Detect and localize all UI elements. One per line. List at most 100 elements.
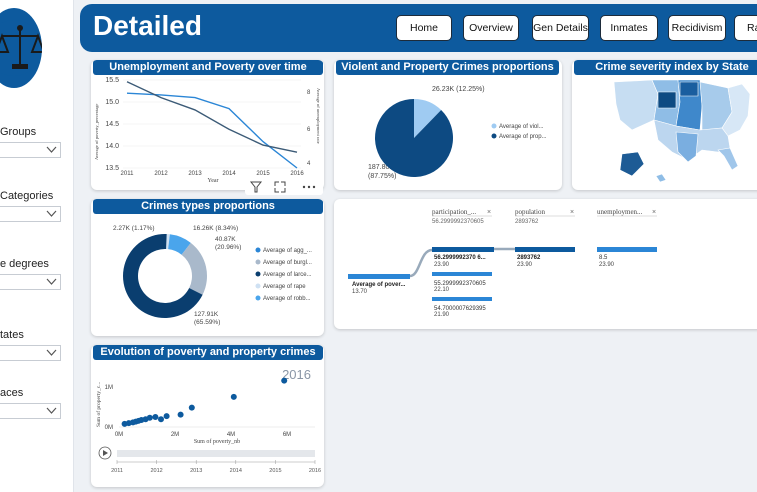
visual-toolbar [245,179,323,195]
y-tick: 1M [105,385,113,391]
map-region-florida [717,147,739,171]
evolution-scatter-chart: 2016 1M 0M 0M 2M 4M 6M Sum of poverty_nb… [95,367,321,474]
y-left-tick: 15.0 [105,99,119,106]
legend-entry: Average of robb... [263,296,311,302]
violent-property-card: Violent and Property Crimes proportions … [334,60,562,190]
legend-entry: Average of prop... [499,134,547,140]
legend-entry: Average of larce... [263,272,312,278]
tree-node-bar [432,297,492,301]
crime-severity-card: Crime severity index by State [572,60,757,190]
tree-node-value: 21.90 [434,312,450,318]
tree-node-bar [515,247,575,252]
inmates-button[interactable]: Inmates [600,15,658,41]
evolution-card: Evolution of poverty and property crimes… [91,345,324,487]
x-tick: 2014 [222,171,236,177]
scatter-point [281,377,288,384]
map-region-wyoming [657,91,677,109]
crimes-types-donut-chart: 2.27K (1.17%) 16.26K (8.34%) 40.87K (20.… [113,225,312,326]
play-year-tick: 2015 [269,468,281,474]
x-tick: 6M [283,432,291,438]
page-title: Detailed [93,10,202,41]
chevron-down-icon [46,278,57,285]
y-left-tick: 14.0 [105,143,119,150]
series-line-unemployment [126,81,298,153]
root-label: Average of pover... [352,282,406,288]
recidivism-button[interactable]: Recidivism [668,15,726,41]
filter-panel: Groups Categories e degrees tates aces [0,0,74,492]
slicer-dropdown[interactable] [0,403,61,419]
scatter-point [230,393,237,400]
home-button[interactable]: Home [396,15,452,41]
chevron-down-icon [46,146,57,153]
header-banner: Detailed Home Overview Gen Details Inmat… [80,4,757,52]
slice-label: 26.23K (12.25%) [432,86,485,93]
close-icon: × [487,209,491,216]
slice-label: (20.96%) [215,244,241,251]
gen-details-button[interactable]: Gen Details [532,15,589,41]
y-axis-label: Sum of property_c... [95,381,102,427]
tree-node-label: 2893762 [517,255,541,261]
legend-swatch [255,283,261,289]
decomposition-tree[interactable]: participation_... × 56.2999992370605 pop… [334,199,757,329]
tree-node-bar [432,247,494,252]
y-tick: 0M [105,425,113,431]
x-tick: 2M [171,432,179,438]
slicer-label: e degrees [0,258,49,270]
root-bar [348,274,410,279]
overview-button[interactable]: Overview [463,15,519,41]
legend-entry: Average of viol... [499,124,544,130]
tree-node-value: 23.90 [599,262,615,268]
play-year-tick: 2012 [150,468,162,474]
x-tick: 0M [115,432,123,438]
legend-swatch [255,259,261,265]
connector [409,248,433,278]
slicer-dropdown[interactable] [0,345,61,361]
scatter-point [177,411,184,418]
scatter-point [158,416,164,423]
y-left-tick: 14.5 [105,121,119,128]
x-tick: 2012 [154,171,168,177]
x-tick: 2011 [121,171,135,177]
y-right-axis-label: Average of unemployment rate [316,88,321,144]
scatter-point [163,413,170,420]
play-year-tick: 2011 [111,468,123,474]
map-region-dakota [679,81,699,97]
focus-mode-icon[interactable] [273,180,287,194]
more-options-icon[interactable] [301,180,317,194]
slicer-dropdown[interactable] [0,142,61,158]
close-icon: × [652,209,656,216]
slicer-label: tates [0,329,24,341]
slicer-dropdown[interactable] [0,206,61,222]
x-tick: 2013 [188,171,202,177]
legend-entry: Average of burgl... [263,260,312,266]
play-year-tick: 2013 [190,468,202,474]
tree-node-bar [597,247,657,252]
tree-node-bar [432,272,492,276]
column-header: unemploymen... [597,208,643,216]
violent-property-pie-chart: 26.23K (12.25%) 187.80K (87.75%) Average… [368,86,547,180]
chevron-down-icon [46,407,57,414]
slice-label: 127.91K [194,311,219,318]
filter-icon[interactable] [249,180,263,194]
justice-scales-logo [0,8,42,88]
slice-label: 16.26K (8.34%) [193,225,238,232]
chevron-down-icon [46,210,57,217]
series-line-poverty [126,92,298,169]
legend-entry: Average of agg_... [263,248,312,254]
races-button[interactable]: Ra [734,15,757,41]
map-region-hawaii [655,173,667,183]
column-header: population [515,208,545,216]
slicer-label: Categories [0,190,54,202]
play-axis-track[interactable] [117,450,315,457]
slice-label: 40.87K [215,236,236,243]
unemployment-poverty-card: Unemployment and Poverty over time 15.5 … [91,60,324,190]
pie-slice-property [375,99,453,177]
decomposition-tree-card: participation_... × 56.2999992370605 pop… [334,199,757,329]
us-choropleth-map[interactable] [572,60,757,190]
scatter-point [152,413,159,420]
crimes-types-card: Crimes types proportions 2.27K (1.17%) 1… [91,199,324,336]
slicer-dropdown[interactable] [0,274,61,290]
legend-swatch [255,295,261,301]
tree-node-value: 23.90 [434,262,450,268]
slice-label: (65.59%) [194,319,220,326]
